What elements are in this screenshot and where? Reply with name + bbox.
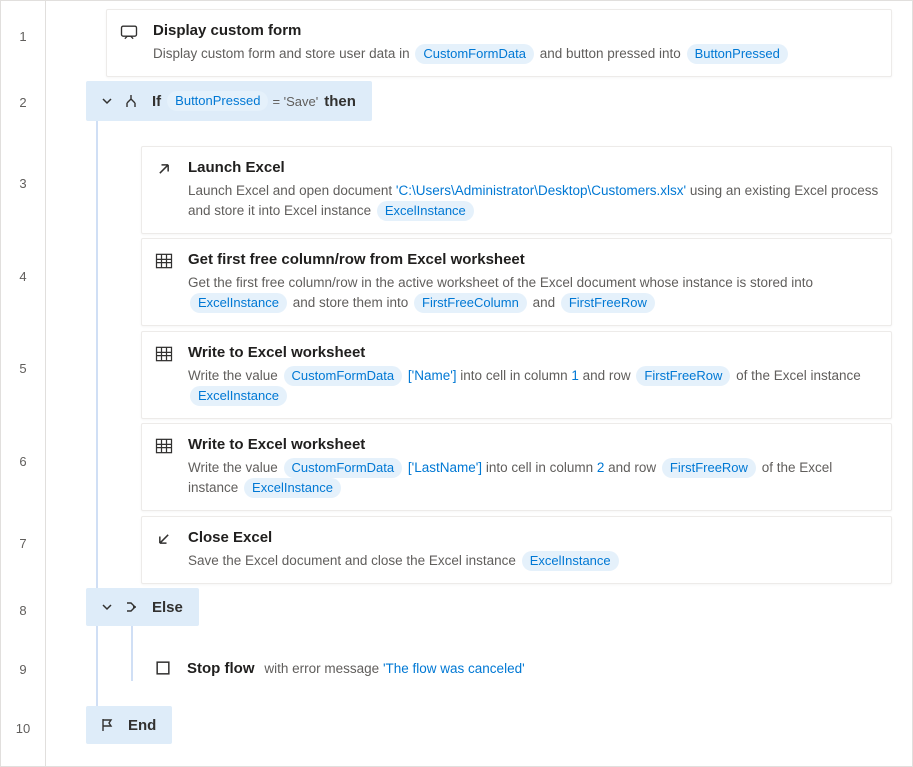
- action-display-custom-form[interactable]: Display custom form Display custom form …: [106, 9, 892, 77]
- excel-icon: [154, 342, 180, 406]
- variable-token[interactable]: FirstFreeColumn: [414, 293, 527, 313]
- line-number: 5: [1, 361, 45, 376]
- line-number: 4: [1, 269, 45, 284]
- action-description: Get the first free column/row in the act…: [188, 273, 879, 314]
- chevron-down-icon[interactable]: [98, 92, 116, 110]
- variable-token[interactable]: FirstFreeRow: [561, 293, 655, 313]
- action-description: Write the value CustomFormData ['Name'] …: [188, 366, 879, 407]
- if-block[interactable]: If ButtonPressed = 'Save' then: [86, 81, 372, 121]
- action-launch-excel[interactable]: Launch Excel Launch Excel and open docum…: [141, 146, 892, 234]
- action-description: Save the Excel document and close the Ex…: [188, 551, 879, 571]
- action-title: Write to Excel worksheet: [188, 434, 879, 457]
- line-number: 3: [1, 176, 45, 191]
- branch-icon: [122, 92, 140, 110]
- form-icon: [119, 20, 145, 64]
- variable-token[interactable]: ExcelInstance: [190, 293, 287, 313]
- variable-token[interactable]: CustomFormData: [415, 44, 534, 64]
- action-get-first-free[interactable]: Get first free column/row from Excel wor…: [141, 238, 892, 326]
- close-arrow-icon: [154, 527, 180, 571]
- variable-token[interactable]: FirstFreeRow: [662, 458, 756, 478]
- excel-icon: [154, 249, 180, 313]
- end-block[interactable]: End: [86, 706, 172, 744]
- action-title: Close Excel: [188, 527, 879, 550]
- action-close-excel[interactable]: Close Excel Save the Excel document and …: [141, 516, 892, 584]
- line-number: 1: [1, 29, 45, 44]
- line-number: 8: [1, 603, 45, 618]
- stop-icon: [153, 658, 179, 681]
- launch-icon: [154, 157, 180, 221]
- action-stop-flow[interactable]: Stop flow with error message 'The flow w…: [141, 648, 892, 691]
- variable-token[interactable]: ButtonPressed: [167, 91, 268, 111]
- action-description: with error message 'The flow was cancele…: [264, 661, 524, 676]
- if-keyword: If: [152, 93, 161, 110]
- action-title: Display custom form: [153, 20, 879, 43]
- line-number: 7: [1, 536, 45, 551]
- line-number: 2: [1, 95, 45, 110]
- variable-token[interactable]: ButtonPressed: [687, 44, 788, 64]
- variable-token[interactable]: CustomFormData: [284, 366, 403, 386]
- line-gutter: 1 2 3 4 5 6 7 8 9 10: [1, 1, 46, 766]
- action-title: Get first free column/row from Excel wor…: [188, 249, 879, 272]
- action-description: Display custom form and store user data …: [153, 44, 879, 64]
- else-keyword: Else: [152, 599, 183, 616]
- variable-token[interactable]: ExcelInstance: [190, 386, 287, 406]
- end-keyword: End: [128, 717, 156, 734]
- variable-token[interactable]: FirstFreeRow: [636, 366, 730, 386]
- action-write-excel-lastname[interactable]: Write to Excel worksheet Write the value…: [141, 423, 892, 511]
- action-title: Launch Excel: [188, 157, 879, 180]
- line-number: 6: [1, 454, 45, 469]
- variable-token[interactable]: ExcelInstance: [377, 201, 474, 221]
- action-write-excel-name[interactable]: Write to Excel worksheet Write the value…: [141, 331, 892, 419]
- excel-icon: [154, 434, 180, 498]
- chevron-down-icon[interactable]: [98, 598, 116, 616]
- else-block[interactable]: Else: [86, 588, 199, 626]
- line-number: 10: [1, 721, 45, 736]
- action-title: Stop flow: [187, 660, 255, 677]
- variable-token[interactable]: ExcelInstance: [522, 551, 619, 571]
- then-keyword: then: [324, 93, 356, 110]
- variable-token[interactable]: ExcelInstance: [244, 478, 341, 498]
- action-title: Write to Excel worksheet: [188, 342, 879, 365]
- flag-icon: [98, 716, 116, 734]
- line-number: 9: [1, 662, 45, 677]
- if-condition: = 'Save': [272, 94, 318, 109]
- action-description: Launch Excel and open document 'C:\Users…: [188, 181, 879, 222]
- action-description: Write the value CustomFormData ['LastNam…: [188, 458, 879, 499]
- else-icon: [122, 598, 140, 616]
- variable-token[interactable]: CustomFormData: [284, 458, 403, 478]
